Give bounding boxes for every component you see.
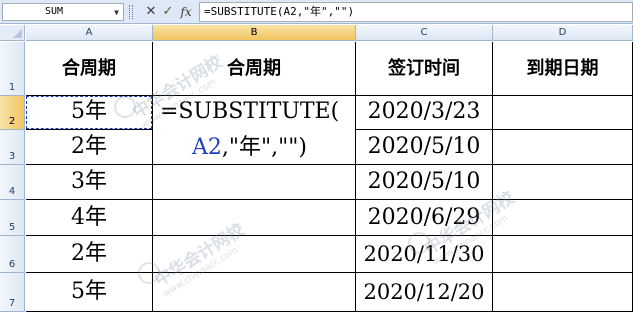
formula-rest: ,"年","") bbox=[221, 135, 307, 160]
row-number: 1 bbox=[8, 82, 16, 93]
row-header-1[interactable]: 1 bbox=[0, 42, 25, 96]
row-header-5[interactable]: 5 bbox=[0, 200, 25, 236]
row-number: 2 bbox=[8, 116, 16, 127]
cell-b7[interactable] bbox=[153, 273, 356, 312]
column-header-d[interactable]: D bbox=[493, 25, 633, 41]
cell-d6[interactable] bbox=[493, 236, 633, 273]
column-header-a[interactable]: A bbox=[26, 25, 153, 41]
cell-c3[interactable]: 2020/5/10 bbox=[356, 130, 493, 165]
select-all-button[interactable] bbox=[0, 25, 25, 41]
chevron-down-icon[interactable]: ▼ bbox=[114, 5, 119, 21]
name-box[interactable]: SUM ▼ bbox=[2, 3, 124, 21]
cell-d5[interactable] bbox=[493, 200, 633, 236]
cell-edit-formula-line2: A2,"年","") bbox=[192, 133, 307, 163]
cell-d2[interactable] bbox=[493, 96, 633, 130]
cell-d7[interactable] bbox=[493, 273, 633, 312]
cell-b4[interactable] bbox=[153, 165, 356, 200]
splitter-handle[interactable] bbox=[129, 5, 133, 19]
cell-a4[interactable]: 3年 bbox=[26, 165, 153, 200]
row-number: 5 bbox=[8, 222, 16, 233]
row-header-6[interactable]: 6 bbox=[0, 236, 25, 273]
header-cell-b1[interactable]: 合周期 bbox=[153, 42, 356, 96]
cell-b6[interactable] bbox=[153, 236, 356, 273]
row-header-2[interactable]: 2 bbox=[0, 96, 25, 130]
cell-a5[interactable]: 4年 bbox=[26, 200, 153, 236]
select-all-icon bbox=[13, 29, 22, 38]
formula-reference: A2 bbox=[192, 135, 222, 160]
cell-c7[interactable]: 2020/12/20 bbox=[356, 273, 493, 312]
cancel-icon[interactable]: ✕ bbox=[143, 3, 159, 21]
formula-input[interactable]: =SUBSTITUTE(A2,"年","") bbox=[199, 2, 633, 22]
row-header-7[interactable]: 7 bbox=[0, 273, 25, 312]
row-header-4[interactable]: 4 bbox=[0, 165, 25, 200]
enter-icon[interactable]: ✓ bbox=[160, 3, 176, 21]
cell-c4[interactable]: 2020/5/10 bbox=[356, 165, 493, 200]
header-cell-a1[interactable]: 合周期 bbox=[26, 42, 153, 96]
cell-b5[interactable] bbox=[153, 200, 356, 236]
cell-a7[interactable]: 5年 bbox=[26, 273, 153, 312]
cell-a6[interactable]: 2年 bbox=[26, 236, 153, 273]
cell-a3[interactable]: 2年 bbox=[26, 130, 153, 165]
name-box-value: SUM bbox=[45, 6, 64, 17]
column-header-c[interactable]: C bbox=[356, 25, 493, 41]
cell-d4[interactable] bbox=[493, 165, 633, 200]
cell-c2[interactable]: 2020/3/23 bbox=[356, 96, 493, 130]
cell-edit-formula-line1: =SUBSTITUTE( bbox=[160, 99, 340, 124]
copy-reference-marquee bbox=[26, 96, 152, 129]
row-header-3[interactable]: 3 bbox=[0, 130, 25, 165]
cell-d3[interactable] bbox=[493, 130, 633, 165]
row-number: 7 bbox=[8, 298, 16, 309]
header-cell-c1[interactable]: 签订时间 bbox=[356, 42, 493, 96]
header-cell-d1[interactable]: 到期日期 bbox=[493, 42, 633, 96]
row-number: 6 bbox=[8, 259, 16, 270]
insert-function-icon[interactable]: fx bbox=[178, 3, 194, 21]
column-header-b[interactable]: B bbox=[153, 25, 356, 41]
cell-c6[interactable]: 2020/11/30 bbox=[356, 236, 493, 273]
row-number: 3 bbox=[8, 151, 16, 162]
cell-c5[interactable]: 2020/6/29 bbox=[356, 200, 493, 236]
row-number: 4 bbox=[8, 186, 16, 197]
formula-bar: SUM ▼ ✕ ✓ fx =SUBSTITUTE(A2,"年","") bbox=[0, 0, 633, 24]
